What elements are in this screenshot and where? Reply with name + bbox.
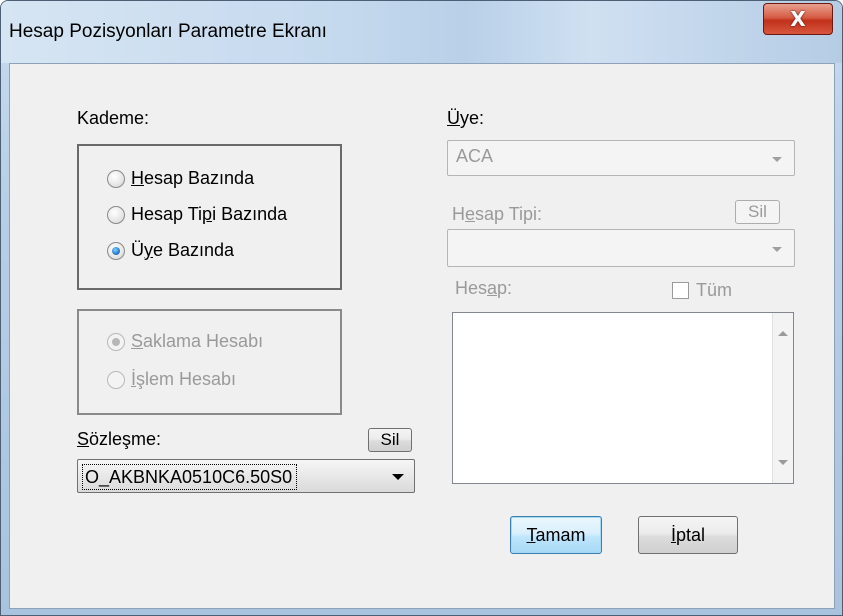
radio-hesap-bazinda-button[interactable] — [107, 169, 125, 188]
radio-uye-bazinda[interactable]: Üye Bazında — [107, 240, 234, 261]
sozlesme-label: Sözleşme: — [77, 429, 162, 449]
radio-hesap-tipi-bazinda[interactable]: Hesap Tipi Bazında — [107, 204, 287, 225]
dialog-client-area: Kademe: Hesap Bazında Hesap Tipi Bazında… — [9, 63, 835, 609]
kademe-group: Hesap Bazında Hesap Tipi Bazında Üye Baz… — [77, 144, 342, 290]
uye-label: Üye: — [447, 108, 485, 128]
hesap-tipi-combo[interactable] — [447, 229, 795, 267]
scroll-up-icon[interactable] — [778, 331, 788, 336]
uye-value: ACA — [456, 146, 494, 166]
sozlesme-combo[interactable]: O_AKBNKA0510C6.50S0 — [77, 459, 415, 493]
radio-hesap-tipi-bazinda-label: Hesap Tipi Bazında — [131, 204, 288, 224]
radio-hesap-bazinda[interactable]: Hesap Bazında — [107, 168, 254, 189]
radio-hesap-tipi-bazinda-button[interactable] — [107, 205, 125, 224]
hesap-tipi-sil-button[interactable]: Sil — [735, 200, 780, 224]
radio-saklama-hesabi[interactable]: Saklama Hesabı — [107, 331, 263, 352]
close-button[interactable]: X — [763, 3, 833, 35]
close-icon: X — [790, 7, 806, 31]
sozlesme-sil-button[interactable]: Sil — [368, 428, 412, 452]
uye-combo[interactable]: ACA — [447, 140, 795, 176]
hesap-label: Hesap: — [455, 278, 513, 298]
radio-islem-hesabi-label: İşlem Hesabı — [131, 369, 237, 389]
radio-islem-hesabi-button[interactable] — [107, 370, 125, 389]
title-bar[interactable]: Hesap Pozisyonları Parametre Ekranı X — [1, 1, 842, 63]
scroll-down-icon[interactable] — [778, 460, 788, 465]
kademe-label: Kademe: — [77, 108, 150, 128]
hesap-turu-group: Saklama Hesabı İşlem Hesabı — [77, 309, 342, 415]
window-title: Hesap Pozisyonları Parametre Ekranı — [9, 21, 327, 42]
sozlesme-value: O_AKBNKA0510C6.50S0 — [82, 464, 298, 490]
tum-checkbox[interactable] — [672, 282, 689, 299]
radio-uye-bazinda-label: Üye Bazında — [131, 240, 235, 260]
radio-islem-hesabi[interactable]: İşlem Hesabı — [107, 369, 236, 390]
tamam-label: Tamam — [526, 524, 586, 545]
chevron-down-icon[interactable] — [392, 474, 404, 480]
hesap-tipi-label: Hesap Tipi: — [452, 204, 543, 224]
iptal-button[interactable]: İptal — [638, 516, 738, 554]
radio-saklama-hesabi-label: Saklama Hesabı — [131, 331, 264, 351]
chevron-down-icon[interactable] — [772, 157, 782, 162]
listbox-scrollbar[interactable] — [772, 313, 793, 483]
tamam-button[interactable]: Tamam — [510, 516, 602, 554]
radio-hesap-bazinda-label: Hesap Bazında — [131, 168, 255, 188]
dialog-window: Hesap Pozisyonları Parametre Ekranı X Ka… — [0, 0, 843, 616]
radio-saklama-hesabi-button[interactable] — [107, 332, 125, 351]
tum-label: Tüm — [696, 280, 732, 300]
hesap-listbox[interactable] — [452, 312, 794, 484]
chevron-down-icon[interactable] — [772, 247, 782, 252]
radio-uye-bazinda-button[interactable] — [107, 241, 125, 260]
iptal-label: İptal — [670, 524, 706, 545]
